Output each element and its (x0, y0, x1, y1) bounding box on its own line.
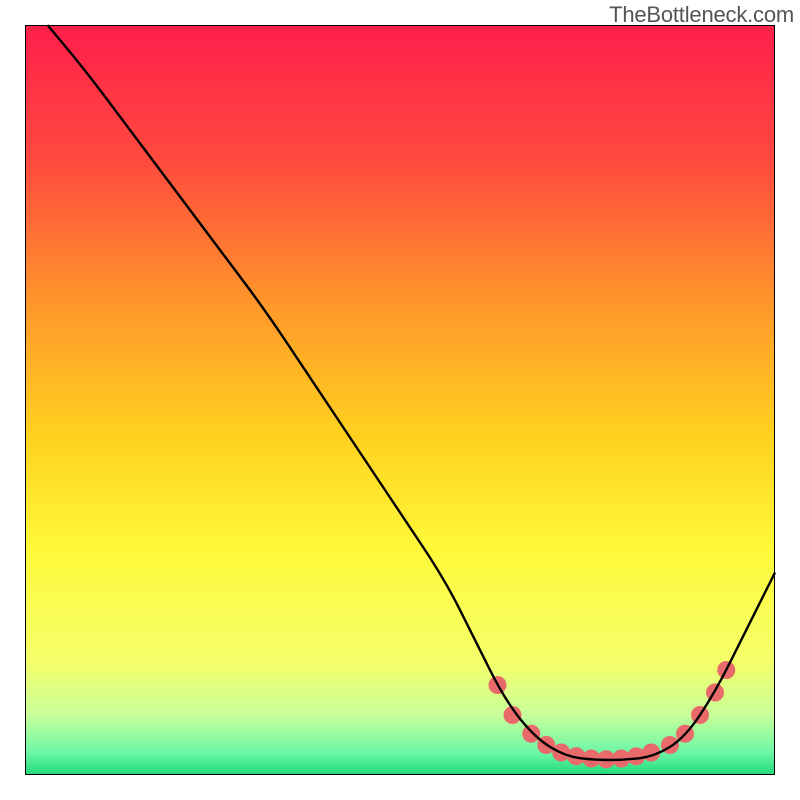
chart-frame: TheBottleneck.com (0, 0, 800, 800)
marker-dot (522, 725, 540, 743)
chart-background (25, 25, 775, 775)
watermark-text: TheBottleneck.com (609, 2, 794, 28)
marker-dot (627, 747, 645, 765)
bottleneck-chart (0, 0, 800, 800)
